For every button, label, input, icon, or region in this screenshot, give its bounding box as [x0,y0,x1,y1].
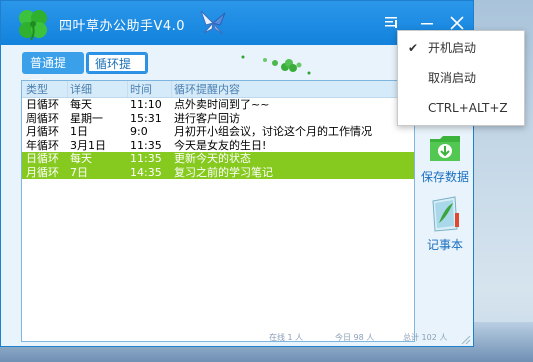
cell-time: 11:35 [130,138,162,152]
header-time[interactable]: 时间 [130,81,172,97]
table-row[interactable]: 周循环 星期一 15:31 进行客户回访 [22,112,414,126]
butterfly-icon [200,10,226,35]
cell-type: 日循环 [26,98,59,111]
clover-logo-icon [19,10,47,41]
menu-icon [385,17,397,28]
table-row[interactable]: 月循环 1日 9:0 月初开小组会议，讨论这个月的工作情况 [22,125,414,139]
column-divider [67,81,68,97]
menu-item-label: 取消启动 [428,71,477,85]
cell-content: 更新今天的状态 [174,152,251,165]
tab-normal-reminder[interactable]: 普通提醒 [22,52,84,92]
cell-time: 11:35 [130,152,162,165]
notepad-icon [432,196,459,232]
total-count: 总计 102 人 [403,333,448,342]
cell-type: 日循环 [26,152,59,165]
settings-dropdown-menu: ✔ 开机启动 取消启动 CTRL+ALT+Z [397,30,525,126]
menu-item-label: CTRL+ALT+Z [428,101,508,115]
check-icon: ✔ [408,41,419,55]
close-icon [450,16,464,30]
table-row[interactable]: 年循环 3月1日 11:35 今天是女友的生日! [22,139,414,153]
table-row-selected[interactable]: 月循环 7日 14:35 复习之前的学习笔记 [22,165,414,179]
menu-item-label: 开机启动 [428,41,477,55]
reminder-table: 类型 详细 时间 循环提醒内容 日循环 每天 11:10 点外卖时间到了~~ 周… [21,80,415,342]
cell-content: 复习之前的学习笔记 [174,165,273,179]
save-data-label: 保存数据 [420,170,469,184]
clover-decoration-icon [241,55,311,75]
cell-type: 月循环 [26,125,59,138]
cell-content: 进行客户回访 [174,111,240,125]
cell-time: 15:31 [130,111,162,125]
online-count: 在线 1 人 [269,333,304,342]
cell-detail: 每天 [70,98,92,111]
app-title: 四叶草办公助手V4.0 [59,19,186,34]
table-row[interactable]: 日循环 每天 11:10 点外卖时间到了~~ [22,98,414,112]
save-data-button[interactable]: 保存数据 [419,133,471,185]
cell-detail: 星期一 [70,111,103,125]
cell-time: 14:35 [130,165,162,179]
header-detail[interactable]: 详细 [70,81,126,97]
cell-detail: 3月1日 [70,138,106,152]
resize-grip-icon[interactable] [461,335,471,345]
status-bar: 在线 1 人 今日 98 人 总计 102 人 [21,331,461,345]
table-row-selected[interactable]: 日循环 每天 11:35 更新今天的状态 [22,152,414,166]
header-type[interactable]: 类型 [26,81,68,97]
cell-content: 月初开小组会议，讨论这个月的工作情况 [174,125,372,138]
notepad-button[interactable]: 记事本 [419,193,471,253]
cell-type: 周循环 [26,111,59,125]
menu-item-hotkey[interactable]: CTRL+ALT+Z [398,93,524,123]
notepad-label: 记事本 [426,238,463,252]
menu-item-auto-start[interactable]: ✔ 开机启动 [398,33,524,63]
cell-detail: 7日 [70,165,88,179]
cell-type: 年循环 [26,138,59,152]
cell-content: 今天是女友的生日! [174,138,267,152]
cell-time: 9:0 [130,125,148,138]
cell-detail: 每天 [70,152,92,165]
tab-bar: 普通提醒 循环提醒 [15,45,415,93]
minimize-icon [421,23,433,25]
save-download-icon [430,136,460,161]
header-content[interactable]: 循环提醒内容 [174,81,414,97]
cell-time: 11:10 [130,98,162,111]
cell-detail: 1日 [70,125,88,138]
column-divider [127,81,128,97]
menu-item-cancel-start[interactable]: 取消启动 [398,63,524,93]
today-count: 今日 98 人 [335,333,375,342]
table-header: 类型 详细 时间 循环提醒内容 [22,81,414,98]
cell-type: 月循环 [26,165,59,179]
cell-content: 点外卖时间到了~~ [174,98,270,111]
column-divider [171,81,172,97]
tab-loop-reminder[interactable]: 循环提醒 [86,52,148,93]
